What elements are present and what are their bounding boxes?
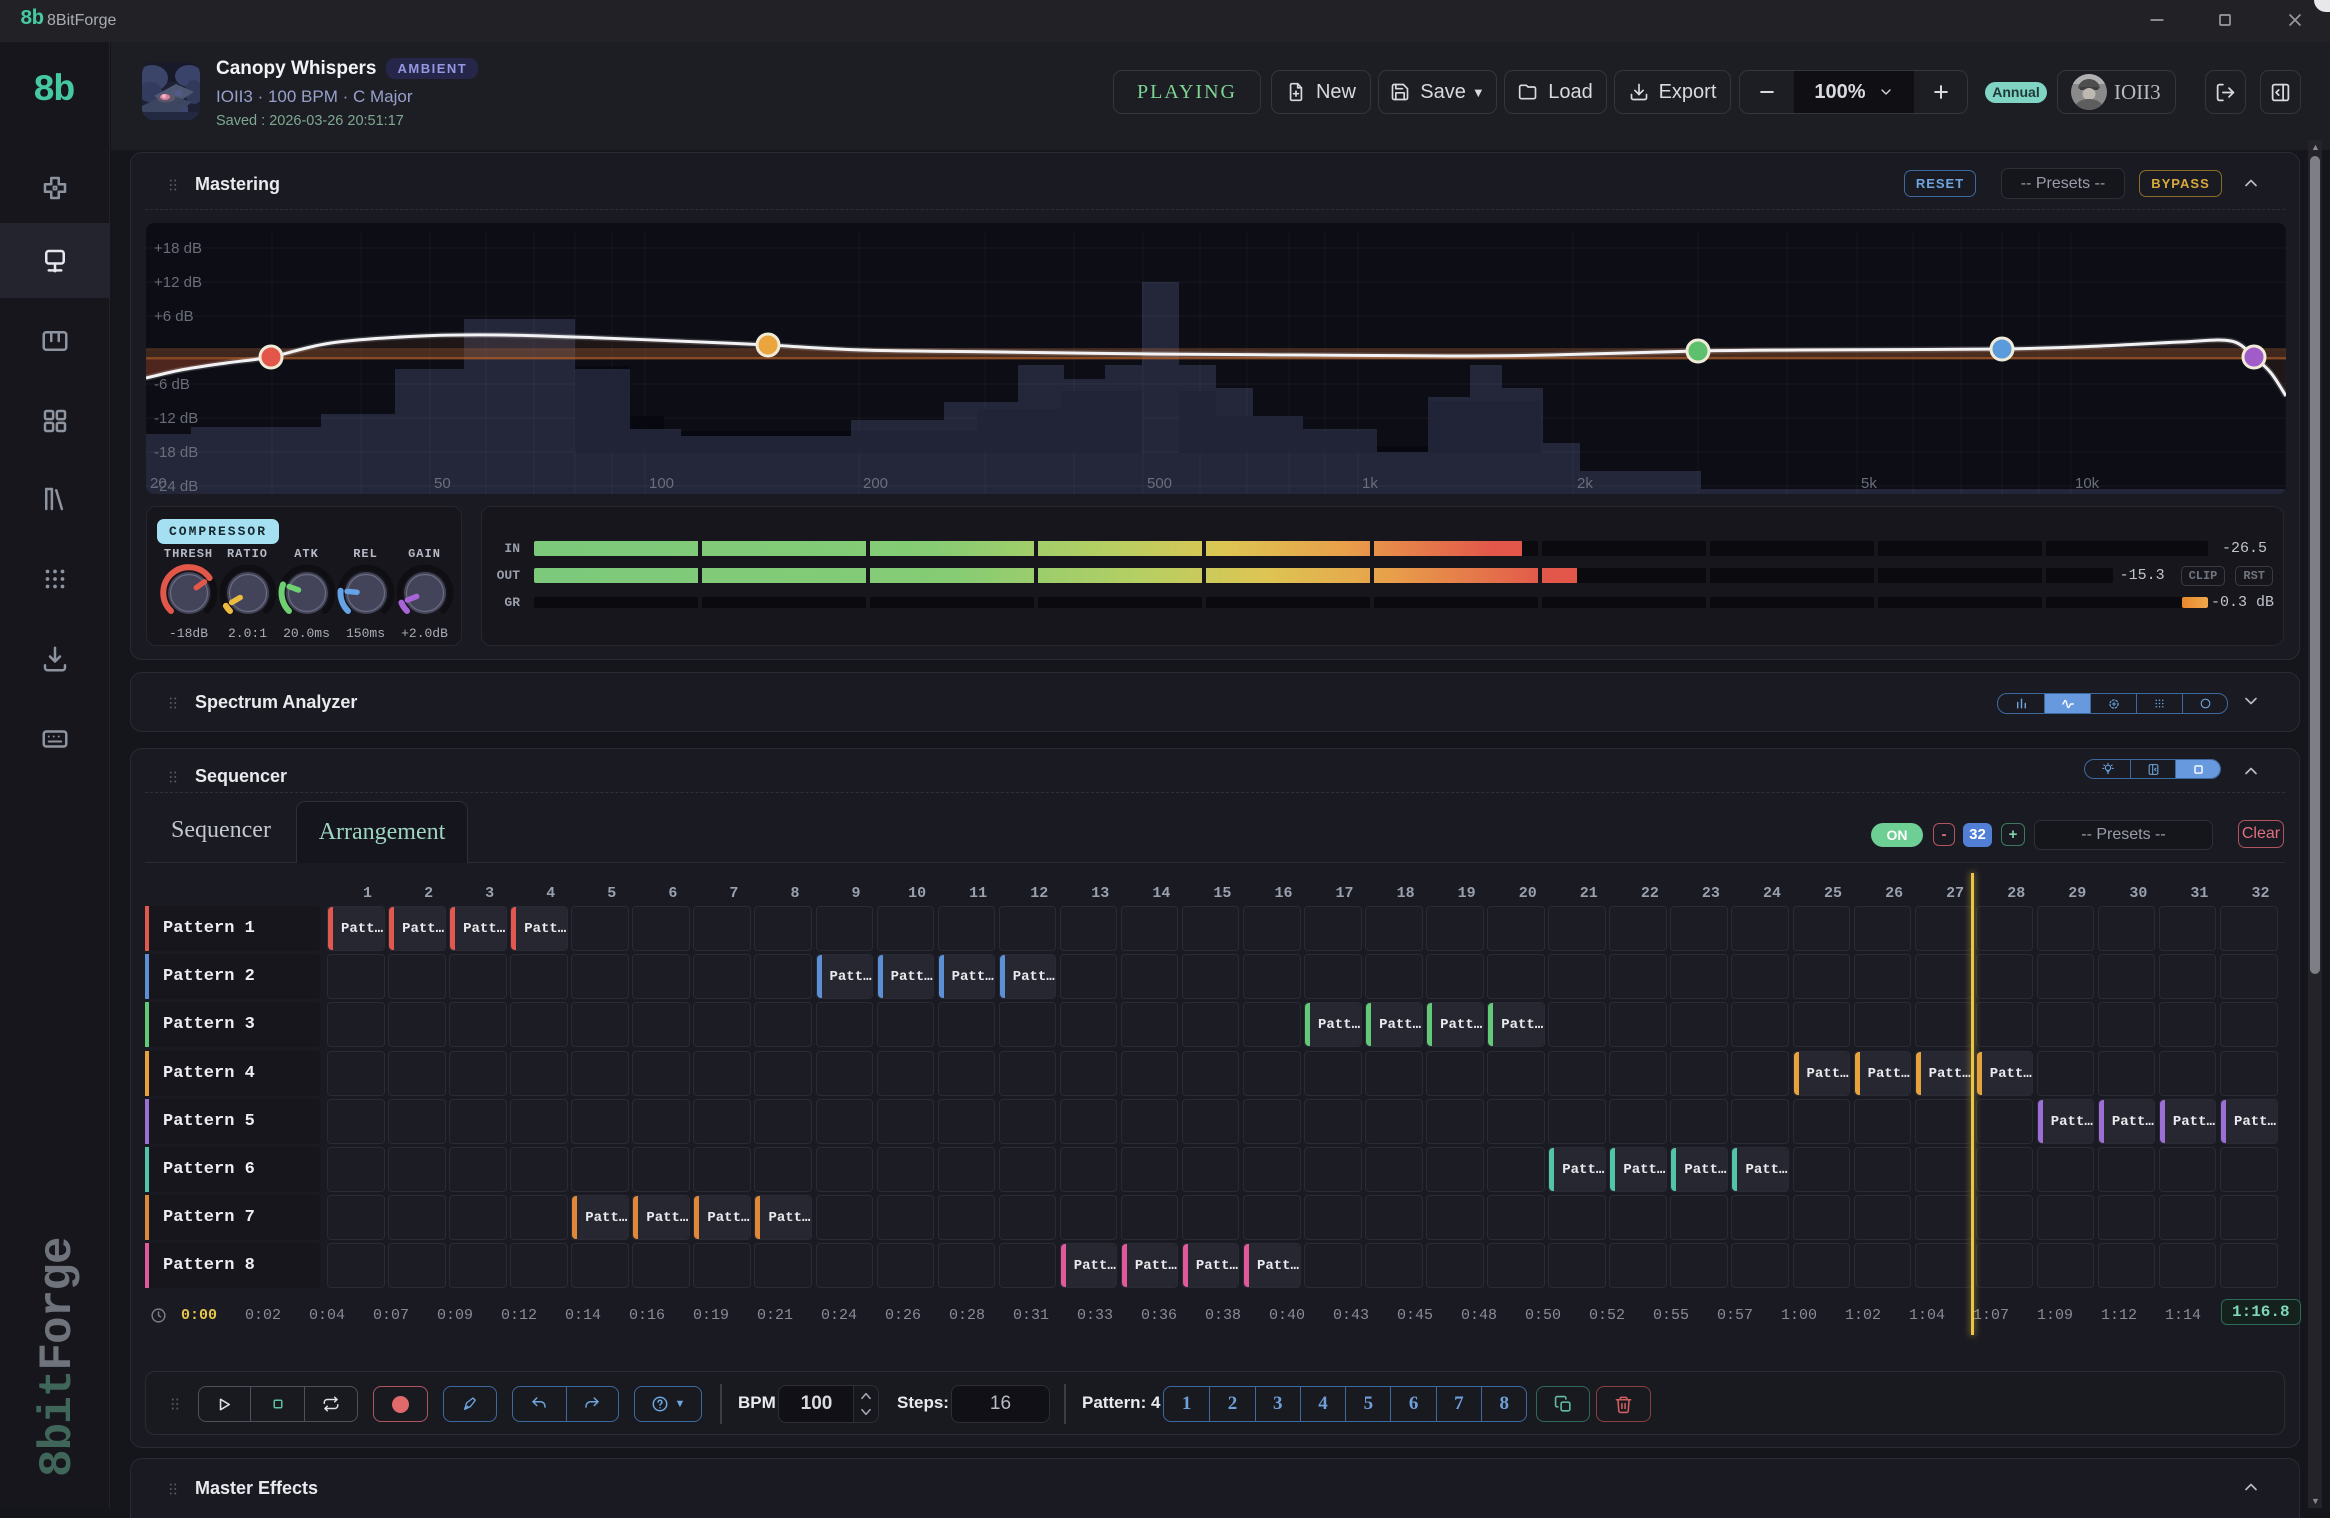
- svg-text:2k: 2k: [1577, 475, 1593, 492]
- svg-text:20: 20: [150, 475, 167, 492]
- svg-text:50: 50: [434, 475, 451, 492]
- svg-text:200: 200: [863, 475, 888, 492]
- svg-text:10k: 10k: [2075, 475, 2100, 492]
- svg-text:-18 dB: -18 dB: [154, 444, 198, 461]
- svg-text:1k: 1k: [1362, 475, 1378, 492]
- svg-text:+12 dB: +12 dB: [154, 274, 202, 291]
- svg-text:-12 dB: -12 dB: [154, 410, 198, 427]
- svg-text:5k: 5k: [1861, 475, 1877, 492]
- svg-text:+18 dB: +18 dB: [154, 240, 202, 257]
- svg-text:+6 dB: +6 dB: [154, 308, 194, 325]
- svg-text:100: 100: [649, 475, 674, 492]
- svg-text:500: 500: [1147, 475, 1172, 492]
- svg-text:-6 dB: -6 dB: [154, 376, 190, 393]
